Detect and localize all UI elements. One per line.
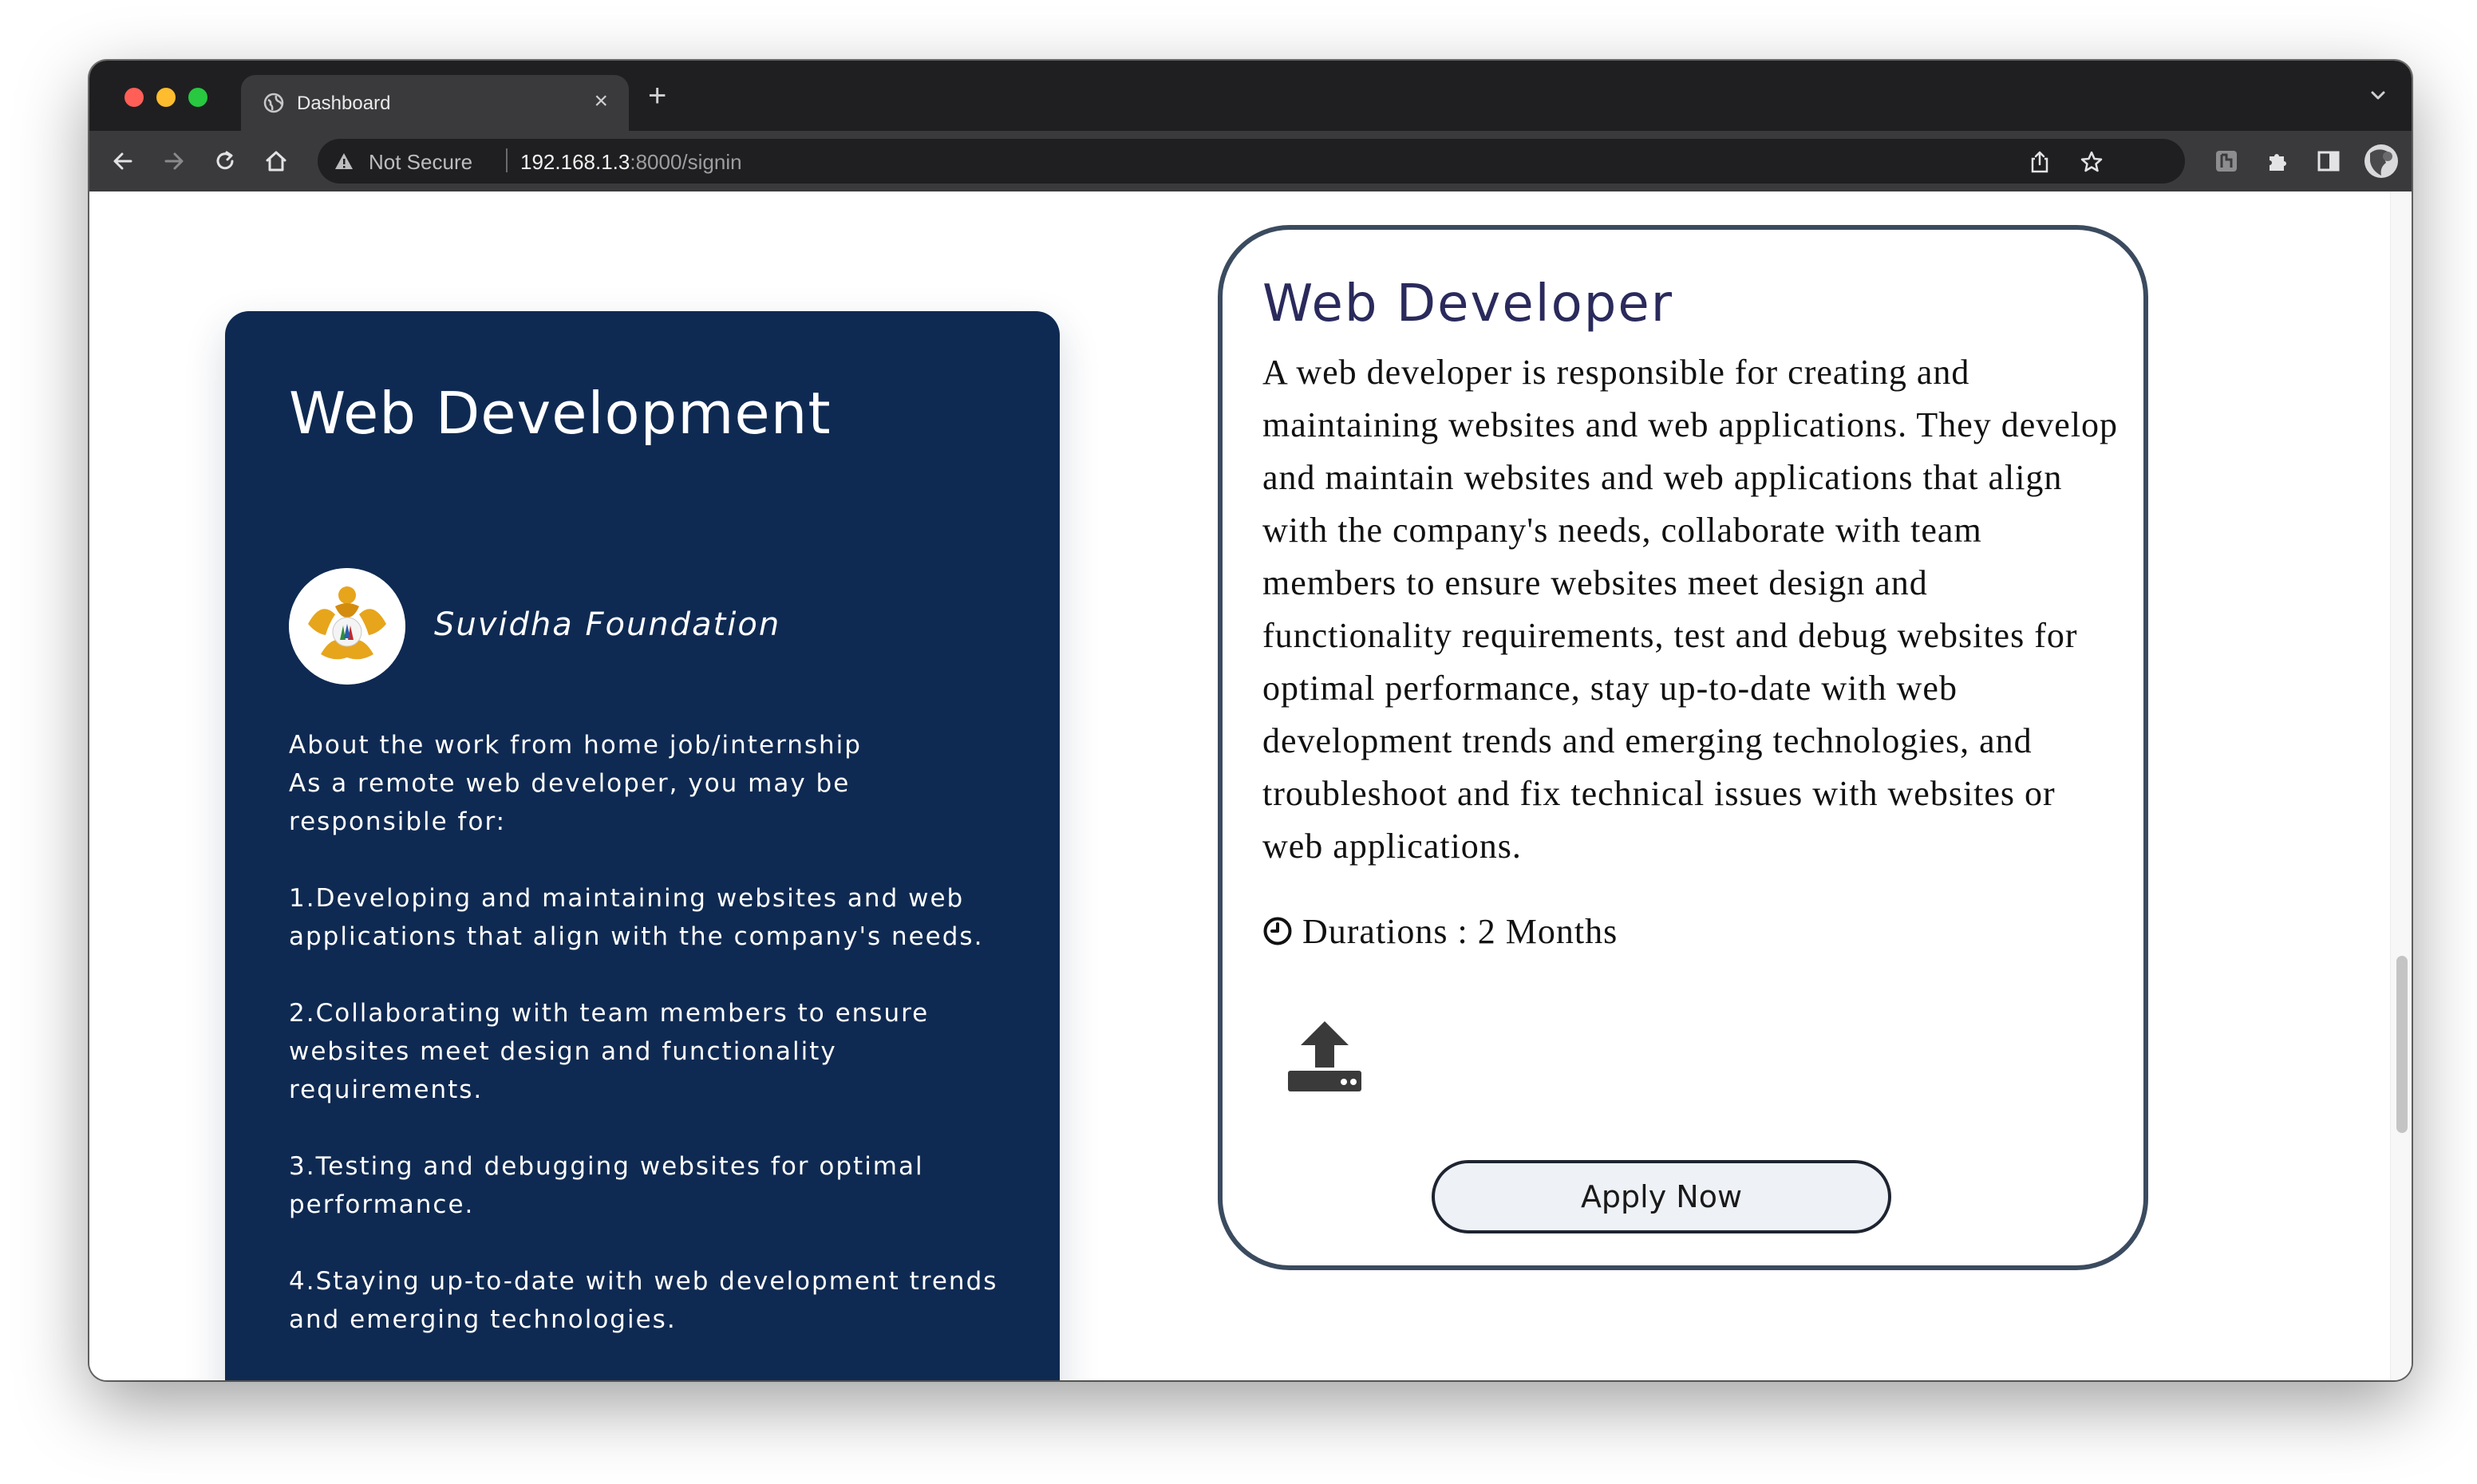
scrollbar[interactable] [2390, 191, 2412, 1380]
responsibility-item: 3.Testing and debugging websites for opt… [289, 1152, 924, 1219]
responsibility-item: 2.Collaborating with team members to ens… [289, 999, 930, 1104]
arrow-left-icon[interactable] [110, 148, 136, 178]
about-intro: About the work from home job/internship … [289, 726, 1007, 841]
globe-icon [263, 93, 284, 117]
tab-dashboard[interactable]: Dashboard × [241, 75, 629, 131]
url-host: 192.168.1.3 [520, 150, 630, 174]
course-card: Web Development Suvidha Foundation About… [225, 311, 1060, 1380]
tab-title: Dashboard [297, 93, 391, 114]
tab-close-icon[interactable]: × [594, 89, 608, 113]
warning-icon [334, 152, 354, 175]
about-section: About the work from home job/internship … [289, 726, 1007, 1377]
star-icon[interactable] [2080, 150, 2104, 178]
scrollbar-thumb[interactable] [2396, 956, 2408, 1133]
organization-logo [289, 568, 405, 685]
share-icon[interactable] [2029, 150, 2051, 178]
responsibility-item: 1.Developing and maintaining websites an… [289, 884, 984, 951]
arrow-right-icon[interactable] [161, 148, 187, 178]
address-bar[interactable]: Not Secure 192.168.1.3:8000/signin [318, 139, 2185, 184]
job-title: Web Developer [1262, 274, 1674, 334]
security-label[interactable]: Not Secure [369, 150, 472, 175]
upload-icon[interactable] [1286, 1020, 1363, 1097]
avatar[interactable] [2364, 144, 2399, 183]
reload-icon[interactable] [212, 148, 238, 178]
browser-window: Dashboard × + Not Secure 192.168.1.3:800… [89, 61, 2412, 1380]
clock-icon [1262, 914, 1293, 955]
job-card: Web Developer A web developer is respons… [1218, 225, 2148, 1270]
course-title: Web Development [289, 380, 832, 447]
chevron-down-icon[interactable] [2367, 85, 2389, 111]
home-icon[interactable] [263, 148, 289, 178]
responsibility-item: 4.Staying up-to-date with web developmen… [289, 1267, 998, 1334]
job-description: A web developer is responsible for creat… [1262, 353, 2119, 866]
url-path: :8000/signin [630, 150, 742, 174]
address-divider [506, 148, 508, 172]
puzzle-icon[interactable] [2265, 148, 2290, 178]
window-maximize-button[interactable] [188, 88, 207, 107]
tab-bar: Dashboard × + [89, 61, 2412, 131]
window-minimize-button[interactable] [156, 88, 176, 107]
extension-icon[interactable] [2214, 148, 2239, 178]
about-heading: About the work from home job/internship [289, 731, 862, 760]
page-viewport: Web Development Suvidha Foundation About… [89, 191, 2412, 1380]
apply-now-button[interactable]: Apply Now [1432, 1160, 1891, 1233]
sidebar-icon[interactable] [2316, 148, 2341, 178]
duration-label: Durations : 2 Months [1302, 912, 1618, 951]
new-tab-button[interactable]: + [648, 80, 666, 112]
organization-name: Suvidha Foundation [434, 606, 781, 643]
url-text[interactable]: 192.168.1.3:8000/signin [520, 150, 742, 175]
duration-row: Durations : 2 Months [1262, 911, 1618, 955]
browser-toolbar: Not Secure 192.168.1.3:8000/signin [89, 131, 2412, 191]
about-subheading: As a remote web developer, you may be re… [289, 769, 851, 836]
window-close-button[interactable] [124, 88, 144, 107]
